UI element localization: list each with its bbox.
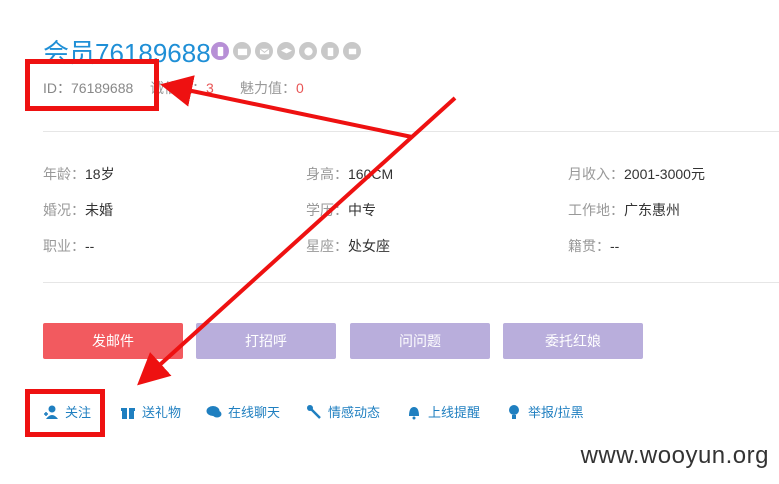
arrow-to-follow (137, 96, 457, 386)
arrow-to-id (160, 75, 413, 139)
annotation-arrows (137, 75, 457, 386)
watermark: www.wooyun.org (580, 442, 769, 469)
